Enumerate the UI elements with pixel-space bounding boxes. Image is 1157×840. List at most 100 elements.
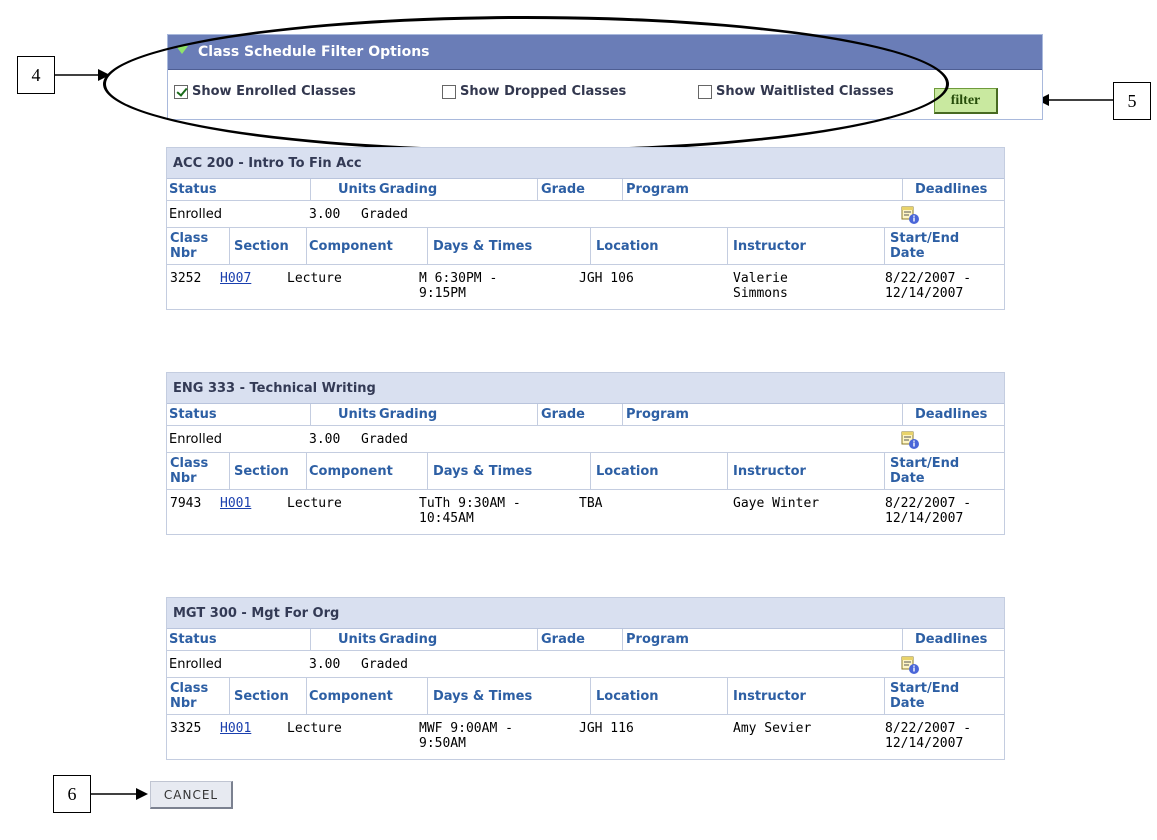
callout-4: 4 [17,56,55,94]
days-times-header: Days & Times [433,463,533,479]
show-dropped-checkbox[interactable] [442,84,456,99]
class-nbr-value: 3252 [170,271,202,286]
summary-header-row: Status Units Grading Grade Program Deadl… [167,179,1004,201]
program-header: Program [626,407,689,422]
days-times-header: Days & Times [433,688,533,704]
start-end-date-header: Start/End Date [890,456,960,486]
grade-header: Grade [541,407,585,422]
units-header: Units [338,182,377,197]
filter-button-label: filter [950,92,981,108]
filter-button[interactable]: filter [934,88,998,114]
show-dropped-label: Show Dropped Classes [460,84,627,99]
show-enrolled-option[interactable]: Show Enrolled Classes [174,84,356,99]
class-nbr-value: 7943 [170,496,202,511]
component-value: Lecture [287,721,342,736]
class-title-text: ACC 200 - Intro To Fin Acc [173,155,362,171]
callout-6-label: 6 [67,783,77,804]
grading-header: Grading [379,182,438,197]
instructor-header: Instructor [733,463,806,479]
section-link[interactable]: H001 [220,490,251,534]
show-enrolled-label: Show Enrolled Classes [192,84,356,99]
class-nbr-header: Class Nbr [170,231,209,261]
callout-5: 5 [1113,82,1151,120]
instructor-value: Valerie Simmons [733,271,788,301]
start-end-date-header: Start/End Date [890,681,960,711]
collapse-triangle-icon[interactable] [176,46,188,54]
filter-panel-title: Class Schedule Filter Options [198,44,430,60]
summary-row: Enrolled 3.00 Graded [167,426,1004,453]
location-value: JGH 116 [579,721,634,736]
units-header: Units [338,632,377,647]
grade-header: Grade [541,632,585,647]
class-title-text: ENG 333 - Technical Writing [173,380,376,396]
grading-value: Graded [361,206,408,222]
deadlines-calendar-icon[interactable] [901,656,919,674]
deadlines-calendar-icon[interactable] [901,206,919,224]
class-card: ENG 333 - Technical Writing Status Units… [166,372,1005,535]
grading-header: Grading [379,632,438,647]
show-waitlisted-checkbox[interactable] [698,84,712,99]
summary-header-row: Status Units Grading Grade Program Deadl… [167,404,1004,426]
program-header: Program [626,182,689,197]
status-value: Enrolled [169,656,222,672]
summary-row: Enrolled 3.00 Graded [167,201,1004,228]
filter-panel: Class Schedule Filter Options Show Enrol… [167,34,1043,120]
start-end-date-value: 8/22/2007 -12/14/2007 [885,496,972,526]
section-link[interactable]: H007 [220,265,251,309]
class-nbr-header: Class Nbr [170,681,209,711]
units-value: 3.00 [309,206,341,222]
arrow-left-icon [1037,94,1113,106]
days-times-value: M 6:30PM -9:15PM [419,271,498,301]
instructor-value: Gaye Winter [733,496,820,511]
section-header: Section [234,463,289,479]
filter-panel-header[interactable]: Class Schedule Filter Options [168,35,1042,70]
grade-header: Grade [541,182,585,197]
component-value: Lecture [287,271,342,286]
cancel-button[interactable]: CANCEL [150,781,233,809]
location-header: Location [596,688,659,704]
summary-header-row: Status Units Grading Grade Program Deadl… [167,629,1004,651]
show-enrolled-checkbox[interactable] [174,84,188,99]
start-end-date-value: 8/22/2007 -12/14/2007 [885,721,972,751]
days-times-value: MWF 9:00AM -9:50AM [419,721,513,751]
grading-value: Graded [361,431,408,447]
class-card: ACC 200 - Intro To Fin Acc Status Units … [166,147,1005,310]
arrow-right-icon [90,788,148,800]
section-header: Section [234,688,289,704]
detail-header-row: Class Nbr Section Component Days & Times … [167,678,1004,715]
class-title: MGT 300 - Mgt For Org [167,598,1004,629]
deadlines-header: Deadlines [915,407,988,422]
grading-header: Grading [379,407,438,422]
start-end-date-header: Start/End Date [890,231,960,261]
component-header: Component [309,463,393,479]
start-end-date-value: 8/22/2007 -12/14/2007 [885,271,972,301]
callout-4-label: 4 [31,64,41,85]
location-header: Location [596,463,659,479]
program-header: Program [626,632,689,647]
class-title: ACC 200 - Intro To Fin Acc [167,148,1004,179]
show-waitlisted-label: Show Waitlisted Classes [716,84,894,99]
location-value: JGH 106 [579,271,634,286]
instructor-value: Amy Sevier [733,721,812,736]
section-link[interactable]: H001 [220,715,251,759]
detail-header-row: Class Nbr Section Component Days & Times … [167,228,1004,265]
section-header: Section [234,238,289,254]
status-value: Enrolled [169,431,222,447]
component-value: Lecture [287,496,342,511]
show-dropped-option[interactable]: Show Dropped Classes [442,84,626,99]
class-title-text: MGT 300 - Mgt For Org [173,605,340,621]
days-times-value: TuTh 9:30AM -10:45AM [419,496,521,526]
instructor-header: Instructor [733,238,806,254]
show-waitlisted-option[interactable]: Show Waitlisted Classes [698,84,894,99]
units-header: Units [338,407,377,422]
class-nbr-value: 3325 [170,721,202,736]
arrow-right-icon [54,69,110,81]
detail-row: 3252 H007 Lecture M 6:30PM -9:15PM JGH 1… [167,265,1004,309]
detail-header-row: Class Nbr Section Component Days & Times … [167,453,1004,490]
deadlines-header: Deadlines [915,632,988,647]
callout-5-label: 5 [1127,90,1137,111]
deadlines-calendar-icon[interactable] [901,431,919,449]
status-header: Status [169,182,217,197]
class-title: ENG 333 - Technical Writing [167,373,1004,404]
detail-row: 7943 H001 Lecture TuTh 9:30AM -10:45AM T… [167,490,1004,534]
